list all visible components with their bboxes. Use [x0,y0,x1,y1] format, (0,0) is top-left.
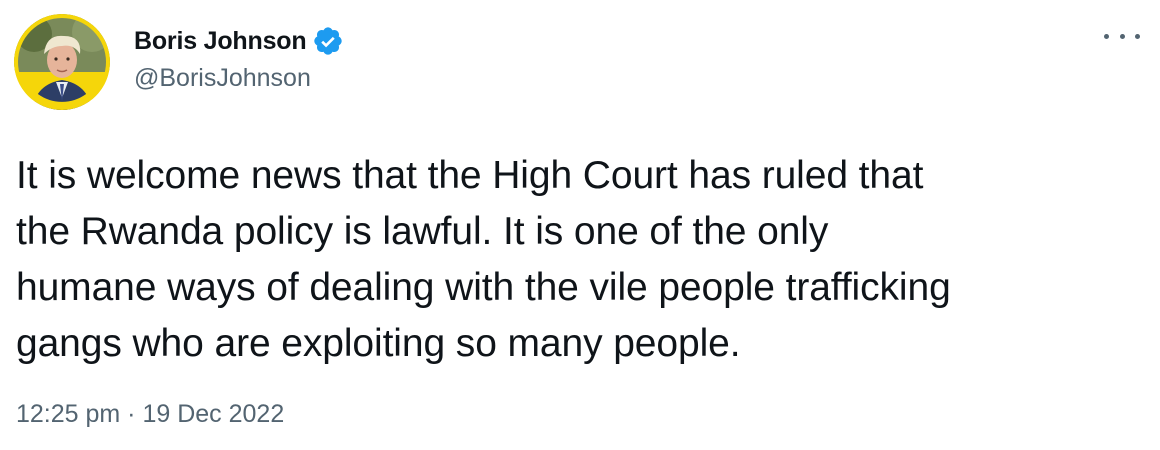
tweet-timestamp[interactable]: 12:25 pm · 19 Dec 2022 [16,400,284,429]
tweet-card: Boris Johnson @BorisJohnson It is welcom… [0,0,1160,450]
avatar-image [14,14,110,110]
tweet-text-line: the Rwanda policy is lawful. It is one o… [16,210,829,253]
more-dot [1104,33,1109,39]
author-info: Boris Johnson @BorisJohnson [134,24,344,93]
more-dot [1135,33,1140,39]
more-dot [1119,33,1125,39]
display-name[interactable]: Boris Johnson [134,27,307,56]
user-handle[interactable]: @BorisJohnson [134,64,344,93]
avatar[interactable] [14,14,110,110]
tweet-text: It is welcome news that the High Court h… [16,148,1146,372]
verified-badge-icon[interactable] [312,25,344,57]
tweet-text-line: It is welcome news that the High Court h… [16,154,924,197]
name-row: Boris Johnson [134,24,344,58]
tweet-text-line: humane ways of dealing with the vile peo… [16,266,951,309]
more-options-icon[interactable] [1104,22,1140,50]
tweet-text-line: gangs who are exploiting so many people. [16,322,741,365]
